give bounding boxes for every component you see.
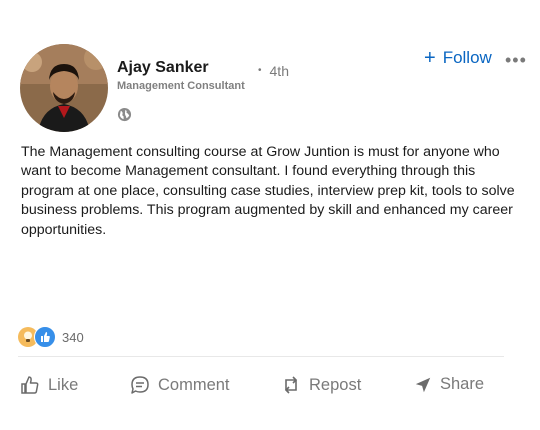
author-name[interactable]: Ajay Sanker	[117, 59, 209, 77]
reactions-summary[interactable]: 340	[18, 326, 84, 348]
comment-icon	[131, 376, 149, 394]
more-options-icon[interactable]: •••	[505, 50, 527, 71]
globe-icon	[117, 107, 132, 122]
avatar-photo	[20, 44, 108, 132]
repost-button[interactable]: Repost	[281, 375, 361, 395]
follow-label: Follow	[442, 48, 492, 67]
comment-button[interactable]: Comment	[130, 375, 230, 395]
plus-icon: +	[424, 47, 436, 69]
degree-label: 4th	[269, 63, 289, 79]
follow-button[interactable]: + Follow	[424, 48, 492, 68]
thumbs-up-icon	[21, 376, 39, 394]
like-button[interactable]: Like	[20, 375, 78, 395]
like-label: Like	[48, 375, 79, 394]
divider	[18, 356, 504, 357]
repost-label: Repost	[309, 375, 362, 394]
post-text: The Management consulting course at Grow…	[21, 144, 515, 238]
comment-label: Comment	[158, 375, 230, 394]
separator-dot: •	[258, 65, 262, 76]
author-headline: Management Consultant	[117, 80, 245, 92]
like-reaction-icon	[34, 326, 56, 348]
avatar[interactable]	[20, 44, 108, 132]
share-label: Share	[440, 375, 485, 393]
share-button[interactable]: Share	[414, 375, 484, 394]
send-icon	[415, 377, 431, 392]
connection-degree: • 4th	[258, 63, 289, 79]
reaction-count: 340	[62, 329, 84, 345]
repost-icon	[284, 376, 298, 394]
